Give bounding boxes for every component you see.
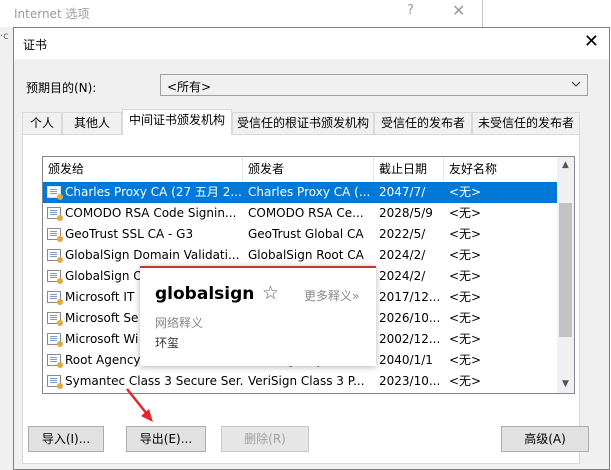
tab-personal[interactable]: 个人	[22, 112, 62, 134]
background-help-button[interactable]: ?	[407, 3, 414, 18]
cell-friendly-name: <无>	[449, 290, 482, 304]
scroll-down-icon[interactable]: ▼	[557, 376, 574, 393]
table-row[interactable]: COMODO RSA Code Signin... COMODO RSA Ce..…	[43, 203, 558, 224]
favorite-star-icon[interactable]: ☆	[262, 282, 279, 304]
cell-expiration: 2024/2/	[379, 269, 426, 283]
purpose-select[interactable]: <所有>	[160, 74, 588, 96]
remove-button[interactable]: 删除(R)	[221, 426, 309, 452]
popup-word: globalsign	[155, 284, 255, 304]
cell-issuer: Charles Proxy CA (...	[248, 185, 371, 199]
cell-issued-to: COMODO RSA Code Signin...	[65, 206, 237, 220]
cell-issuer: VeriSign Class 3 P...	[248, 374, 365, 388]
cell-friendly-name: <无>	[449, 227, 482, 241]
cell-expiration: 2002/12...	[379, 332, 441, 346]
certificate-icon	[47, 228, 63, 242]
cell-friendly-name: <无>	[449, 269, 482, 283]
column-header-expiration[interactable]: 截止日期	[374, 157, 444, 182]
cell-friendly-name: <无>	[449, 332, 482, 346]
list-header: 颁发给 颁发者 截止日期 友好名称	[43, 157, 558, 183]
cell-expiration: 2026/10...	[379, 311, 441, 325]
scroll-up-icon[interactable]: ▲	[557, 157, 574, 174]
cell-expiration: 2028/5/9	[379, 206, 433, 220]
cell-issuer: GlobalSign Root CA	[248, 248, 364, 262]
cell-expiration: 2023/10...	[379, 374, 441, 388]
tab-trusted-publishers[interactable]: 受信任的发布者	[374, 112, 472, 134]
cell-expiration: 2017/12...	[379, 290, 441, 304]
background-window-title: Internet 选项	[14, 7, 90, 21]
cell-friendly-name: <无>	[449, 185, 482, 199]
background-edge-fragment: ·c	[0, 31, 9, 42]
cell-expiration: 2040/1/1	[379, 353, 433, 367]
certificate-icon	[47, 249, 63, 263]
cell-expiration: 2022/5/	[379, 227, 426, 241]
cell-expiration: 2047/7/	[379, 185, 426, 199]
dictionary-popup: globalsign ☆ 更多释义» 网络释义 环玺	[140, 266, 376, 366]
export-button[interactable]: 导出(E)...	[126, 426, 206, 452]
cell-issuer: COMODO RSA Ce...	[248, 206, 364, 220]
scroll-thumb[interactable]	[559, 203, 572, 337]
certificates-dialog: 证书 ✕ 预期目的(N): <所有> 个人 其他人 中间证书颁发机构 受信任的根…	[13, 27, 610, 470]
popup-section-label: 网络释义	[155, 316, 204, 330]
certificate-icon	[47, 354, 63, 368]
tab-untrusted-publishers[interactable]: 未受信任的发布者	[472, 112, 580, 134]
popup-meaning: 环玺	[155, 336, 180, 350]
certificate-icon	[47, 333, 63, 347]
advanced-button[interactable]: 高级(A)	[501, 426, 589, 452]
certificate-icon	[47, 291, 63, 305]
certificate-icon	[47, 186, 63, 200]
cell-friendly-name: <无>	[449, 311, 482, 325]
cell-issued-to: GlobalSign Domain Validati...	[65, 248, 240, 262]
cell-friendly-name: <无>	[449, 248, 482, 262]
certificate-icon	[47, 207, 63, 221]
tab-intermediate-ca[interactable]: 中间证书颁发机构	[122, 109, 232, 135]
cell-issued-to: Symantec Class 3 Secure Ser...	[65, 374, 243, 388]
table-row[interactable]: GeoTrust SSL CA - G3 GeoTrust Global CA 20…	[43, 224, 558, 245]
certificate-icon	[47, 375, 63, 389]
cell-issued-to: Charles Proxy CA (27 五月 2...	[65, 185, 242, 199]
background-titlebar: Internet 选项 ? ✕	[0, 0, 482, 27]
cell-friendly-name: <无>	[449, 353, 482, 367]
vertical-scrollbar[interactable]: ▲ ▼	[557, 157, 574, 393]
certificate-icon	[47, 270, 63, 284]
certificate-icon	[47, 312, 63, 326]
column-header-issued-to[interactable]: 颁发给	[43, 157, 243, 182]
more-definitions-link[interactable]: 更多释义»	[304, 287, 359, 304]
tab-trusted-root-ca[interactable]: 受信任的根证书颁发机构	[232, 112, 374, 134]
cell-friendly-name: <无>	[449, 374, 482, 388]
import-button[interactable]: 导入(I)...	[28, 426, 104, 452]
purpose-selected-value: <所有>	[167, 80, 212, 94]
cell-expiration: 2024/2/	[379, 248, 426, 262]
background-close-button[interactable]: ✕	[452, 1, 465, 20]
tab-other-people[interactable]: 其他人	[62, 112, 122, 134]
close-button[interactable]: ✕	[584, 32, 599, 52]
cell-friendly-name: <无>	[449, 206, 482, 220]
purpose-label: 预期目的(N):	[26, 81, 97, 95]
table-row[interactable]: GlobalSign Domain Validati... GlobalSign …	[43, 245, 558, 266]
table-row[interactable]: Charles Proxy CA (27 五月 2... Charles Prox…	[43, 182, 558, 203]
column-header-friendly-name[interactable]: 友好名称	[444, 157, 558, 182]
column-header-issuer[interactable]: 颁发者	[243, 157, 374, 182]
cell-issuer: GeoTrust Global CA	[248, 227, 364, 241]
dialog-title: 证书	[23, 38, 48, 52]
cell-issued-to: GeoTrust SSL CA - G3	[65, 227, 194, 241]
chevron-down-icon	[571, 77, 581, 94]
table-row[interactable]: Symantec Class 3 Secure Ser... VeriSign C…	[43, 371, 558, 392]
dialog-titlebar: 证书 ✕	[14, 28, 609, 59]
